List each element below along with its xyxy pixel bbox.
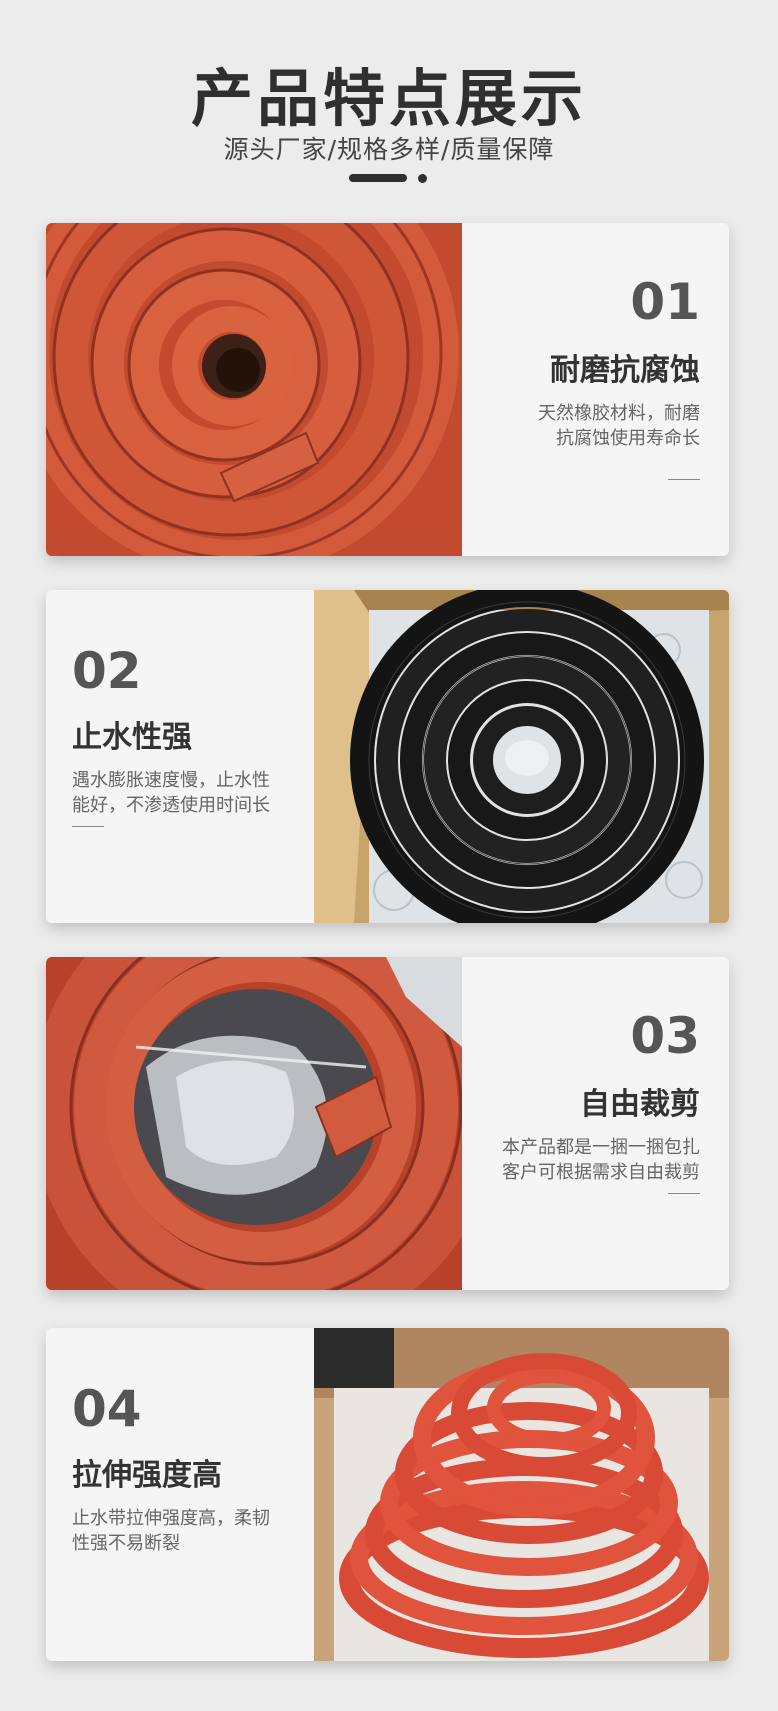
feature-desc-line2: 抗腐蚀使用寿命长 xyxy=(556,428,700,449)
feature-number: 01 xyxy=(630,273,700,331)
feature-title: 止水性强 xyxy=(72,720,192,755)
feature-divider xyxy=(72,826,104,827)
feature-divider xyxy=(668,1193,700,1194)
feature-photo-2 xyxy=(314,590,729,923)
feature-photo-4 xyxy=(314,1328,729,1661)
feature-title: 拉伸强度高 xyxy=(72,1458,222,1493)
page-subtitle: 源头厂家/规格多样/质量保障 xyxy=(223,135,555,164)
feature-desc-line1: 止水带拉伸强度高，柔韧 xyxy=(72,1508,270,1529)
feature-desc-line2: 客户可根据需求自由裁剪 xyxy=(502,1162,700,1183)
feature-photo-1 xyxy=(46,223,462,556)
feature-title: 耐磨抗腐蚀 xyxy=(550,353,700,388)
feature-divider xyxy=(668,479,700,480)
title-decoration-dot xyxy=(418,174,427,183)
feature-number: 03 xyxy=(630,1007,700,1065)
feature-text-3: 03 自由裁剪 本产品都是一捆一捆包扎 客户可根据需求自由裁剪 xyxy=(462,957,729,1290)
feature-card-2: 02 止水性强 遇水膨胀速度慢，止水性 能好，不渗透使用时间长 xyxy=(46,590,729,923)
feature-desc-line1: 本产品都是一捆一捆包扎 xyxy=(502,1137,700,1158)
feature-text-1: 01 耐磨抗腐蚀 天然橡胶材料，耐磨 抗腐蚀使用寿命长 xyxy=(462,223,729,556)
feature-card-1: 01 耐磨抗腐蚀 天然橡胶材料，耐磨 抗腐蚀使用寿命长 xyxy=(46,223,729,556)
feature-desc-line2: 能好，不渗透使用时间长 xyxy=(72,795,270,816)
feature-card-3: 03 自由裁剪 本产品都是一捆一捆包扎 客户可根据需求自由裁剪 xyxy=(46,957,729,1290)
page-title: 产品特点展示 xyxy=(190,62,587,135)
feature-desc-line1: 天然橡胶材料，耐磨 xyxy=(538,403,700,424)
feature-card-4: 04 拉伸强度高 止水带拉伸强度高，柔韧 性强不易断裂 xyxy=(46,1328,729,1661)
feature-desc-line2: 性强不易断裂 xyxy=(72,1533,180,1554)
page-header: 产品特点展示 源头厂家/规格多样/质量保障 xyxy=(0,0,778,200)
feature-title: 自由裁剪 xyxy=(580,1087,700,1122)
feature-photo-3 xyxy=(46,957,462,1290)
feature-text-2: 02 止水性强 遇水膨胀速度慢，止水性 能好，不渗透使用时间长 xyxy=(46,590,314,923)
feature-number: 04 xyxy=(72,1380,142,1438)
feature-number: 02 xyxy=(72,642,142,700)
feature-desc-line1: 遇水膨胀速度慢，止水性 xyxy=(72,770,270,791)
title-decoration-bar xyxy=(349,174,407,182)
feature-text-4: 04 拉伸强度高 止水带拉伸强度高，柔韧 性强不易断裂 xyxy=(46,1328,314,1661)
